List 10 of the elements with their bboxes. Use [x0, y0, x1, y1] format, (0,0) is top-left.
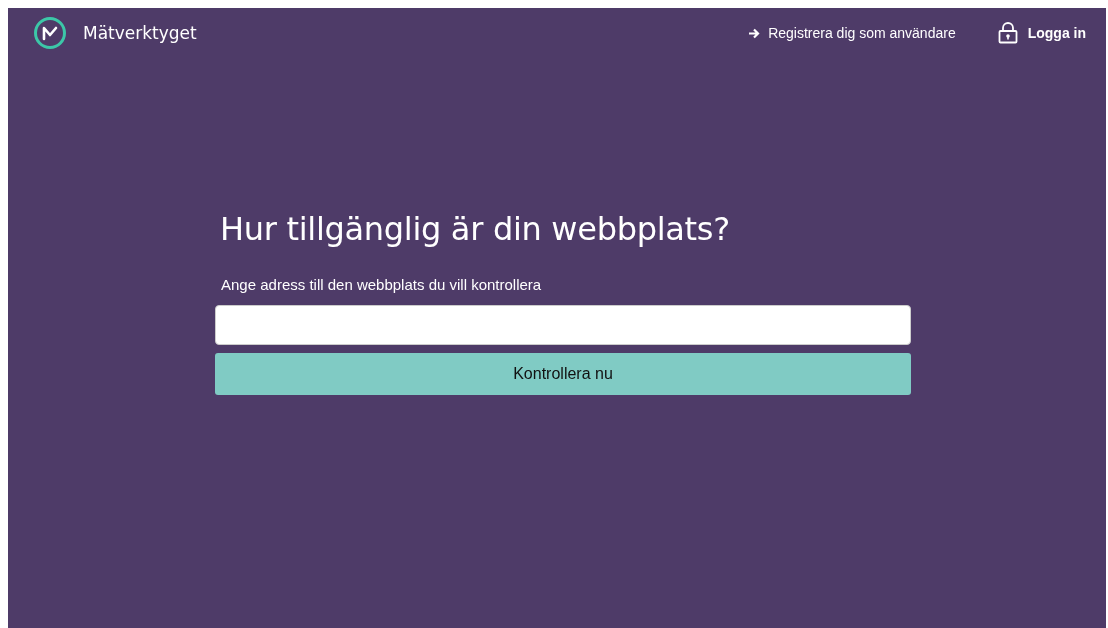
check-button[interactable]: Kontrollera nu	[215, 353, 911, 395]
arrow-right-icon	[748, 27, 761, 39]
address-field[interactable]	[215, 305, 911, 345]
brand-name: Mätverktyget	[83, 23, 197, 43]
register-link[interactable]: Registrera dig som användare	[748, 25, 956, 41]
padlock-icon	[997, 22, 1018, 44]
field-label: Ange adress till den webbplats du vill kontrollera	[221, 276, 543, 293]
logo-icon	[33, 16, 67, 50]
login-link[interactable]: Logga in	[997, 22, 1086, 44]
page-heading: Hur tillgänglig är din webbplats?	[220, 210, 731, 248]
